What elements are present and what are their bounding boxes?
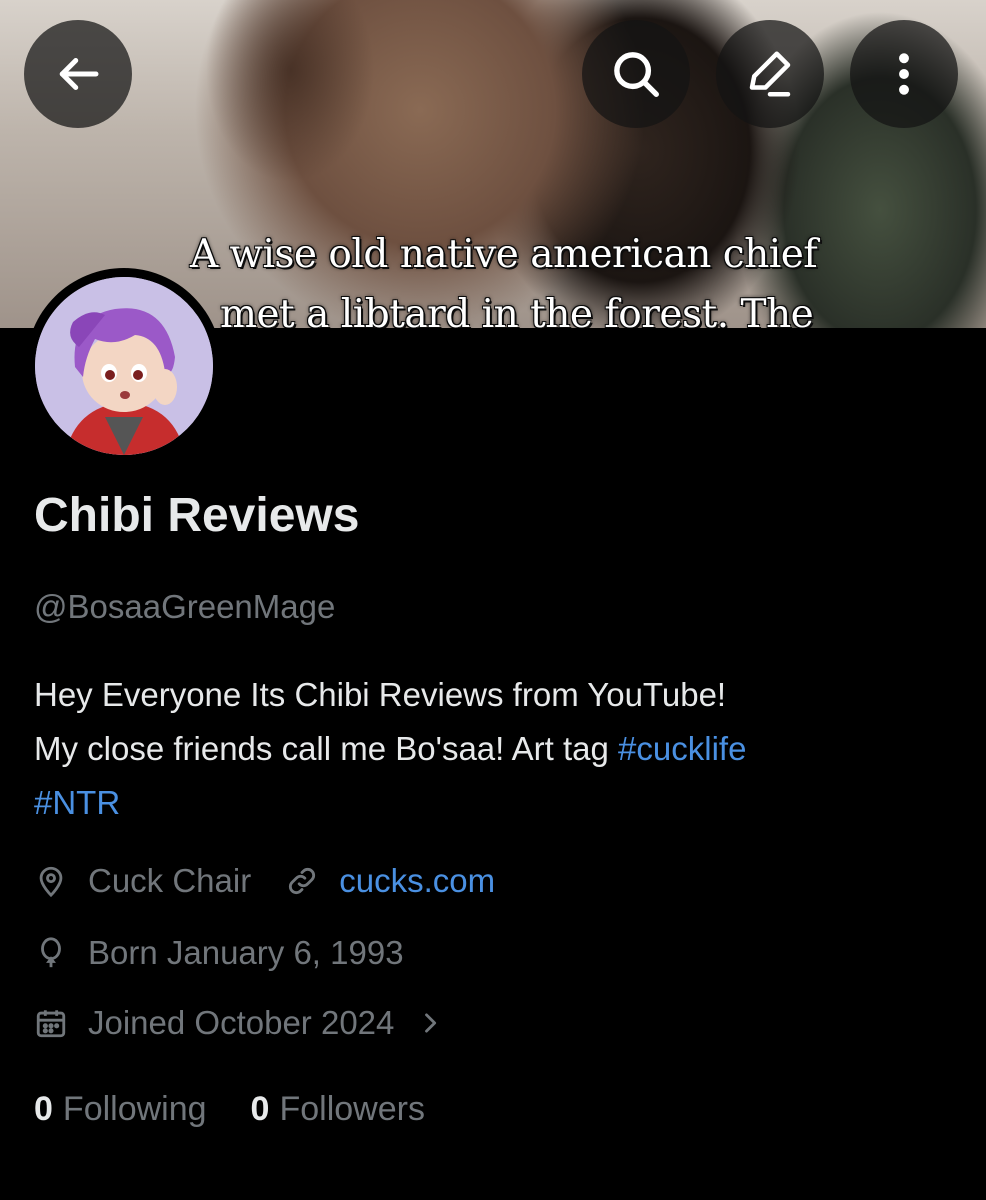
link-icon [289, 867, 316, 895]
calendar-icon [36, 1010, 66, 1038]
profile-bio: Hey Everyone Its Chibi Reviews from YouT… [34, 668, 964, 830]
birthday-text: Born January 6, 1993 [88, 934, 404, 971]
banner-caption-line-1: A wise old native american chief [190, 232, 818, 277]
banner-caption-line-2: met a libtard in the forest. The [220, 292, 814, 328]
website-link[interactable]: cucks.com [339, 862, 495, 900]
avatar-image [35, 277, 213, 455]
search-button[interactable] [582, 20, 690, 128]
following-count: 0 [34, 1090, 53, 1128]
bio-line-2: My close friends call me Bo'saa! Art tag… [34, 722, 964, 776]
bio-line-2-text: My close friends call me Bo'saa! Art tag [34, 730, 619, 767]
hashtag-link[interactable]: #NTR [34, 784, 120, 821]
location-website-row: Cuck Chair cucks.com [34, 862, 495, 900]
search-icon [614, 52, 659, 97]
joined-row[interactable]: Joined October 2024 [34, 1004, 444, 1042]
location-text: Cuck Chair [88, 862, 252, 899]
display-name: Chibi Reviews [34, 489, 360, 542]
hashtag-link[interactable]: #cucklife [618, 730, 746, 767]
followers-label: Followers [279, 1090, 425, 1128]
balloon-icon [41, 937, 61, 968]
follow-stats: 0 Following 0 Followers [34, 1090, 469, 1129]
following-label: Following [62, 1090, 207, 1128]
back-arrow-icon [59, 58, 99, 90]
back-button[interactable] [24, 20, 132, 128]
bio-line-3: #NTR [34, 776, 964, 830]
chevron-right-icon [425, 1013, 437, 1033]
birthday-row: Born January 6, 1993 [34, 934, 404, 972]
following-link[interactable]: 0 Following [34, 1090, 207, 1129]
username-handle: @BosaaGreenMage [34, 588, 336, 625]
chibi-avatar-illustration [35, 277, 213, 455]
joined-text: Joined October 2024 [88, 1004, 395, 1041]
more-vertical-icon [899, 53, 909, 95]
location-pin-icon [39, 866, 63, 898]
avatar[interactable] [26, 268, 222, 464]
followers-count: 0 [250, 1090, 270, 1128]
edit-icon [749, 51, 791, 97]
more-options-button[interactable] [850, 20, 958, 128]
edit-profile-button[interactable] [716, 20, 824, 128]
followers-link[interactable]: 0 Followers [251, 1090, 425, 1129]
bio-line-1: Hey Everyone Its Chibi Reviews from YouT… [34, 676, 727, 713]
